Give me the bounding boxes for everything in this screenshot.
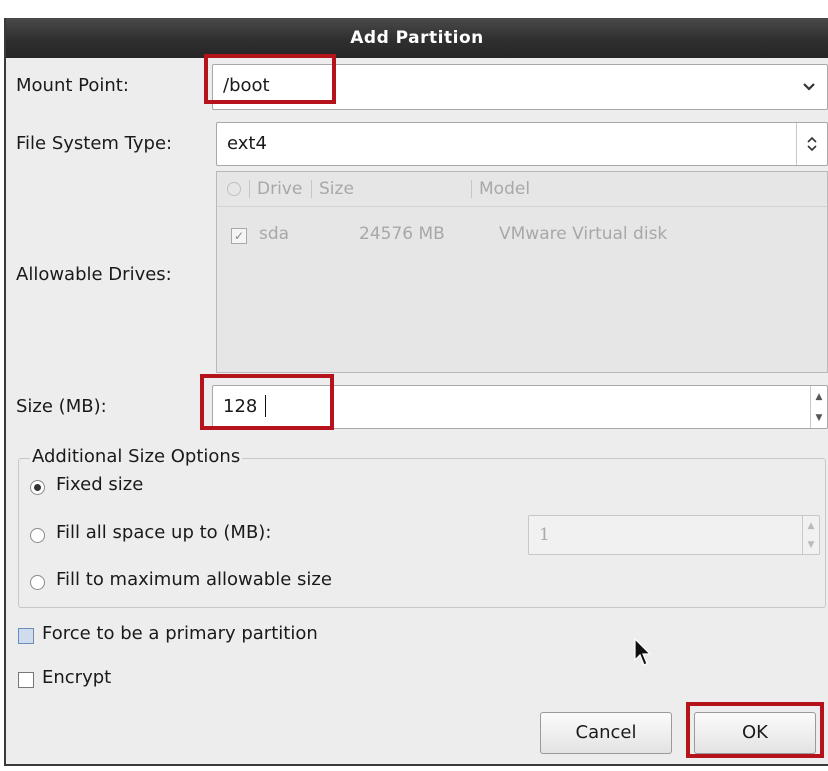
- spin-down-icon[interactable]: ▼: [816, 413, 823, 423]
- encrypt-label: Encrypt: [42, 667, 112, 688]
- size-spinner[interactable]: ▲ ▼: [810, 386, 827, 428]
- add-partition-dialog: Add Partition Mount Point: /boot File Sy…: [4, 18, 828, 766]
- fs-type-select[interactable]: ext4: [216, 122, 828, 166]
- drives-table[interactable]: Drive Size Model ✓ sda 24576 MB VMware V…: [216, 171, 828, 373]
- allowable-drives-label: Allowable Drives:: [16, 264, 172, 285]
- encrypt-checkbox[interactable]: [18, 672, 34, 688]
- column-divider: [471, 180, 472, 198]
- select-column-icon: [227, 182, 241, 196]
- fill-up-to-value: 1: [539, 525, 550, 545]
- header-divider: [217, 206, 827, 207]
- chevron-down-icon[interactable]: [791, 65, 827, 109]
- fill-max-label: Fill to maximum allowable size: [56, 569, 332, 590]
- fs-type-value: ext4: [227, 133, 267, 154]
- fill-max-radio[interactable]: [30, 575, 45, 590]
- primary-partition-checkbox[interactable]: [18, 628, 34, 644]
- size-label: Size (MB):: [16, 396, 107, 417]
- background-window-edge: [0, 0, 828, 20]
- spin-up-icon[interactable]: ▲: [808, 521, 815, 531]
- primary-partition-label: Force to be a primary partition: [42, 623, 318, 644]
- fs-type-label: File System Type:: [16, 133, 173, 154]
- screenshot-frame: Add Partition Mount Point: /boot File Sy…: [0, 0, 828, 771]
- drive-name: sda: [259, 224, 290, 244]
- dialog-title: Add Partition: [6, 18, 828, 58]
- size-options-legend: Additional Size Options: [30, 446, 243, 467]
- column-header-size[interactable]: Size: [319, 172, 354, 206]
- size-highlight: [200, 374, 334, 430]
- up-down-icon[interactable]: [796, 123, 827, 165]
- fixed-size-label: Fixed size: [56, 474, 144, 495]
- spin-down-icon[interactable]: ▼: [808, 540, 815, 550]
- ok-highlight: [686, 702, 824, 758]
- drive-size: 24576 MB: [359, 224, 445, 244]
- fixed-size-radio[interactable]: [30, 480, 45, 495]
- fill-up-to-input[interactable]: 1 ▲ ▼: [528, 515, 820, 555]
- mount-point-label: Mount Point:: [16, 75, 129, 96]
- drive-model: VMware Virtual disk: [499, 224, 668, 244]
- drive-checkbox[interactable]: ✓: [231, 228, 247, 244]
- cancel-button[interactable]: Cancel: [540, 712, 672, 754]
- column-header-model[interactable]: Model: [479, 172, 530, 206]
- mount-point-highlight: [204, 54, 336, 104]
- fill-up-to-label: Fill all space up to (MB):: [56, 522, 272, 543]
- column-divider: [311, 180, 312, 198]
- column-header-drive[interactable]: Drive: [257, 172, 302, 206]
- column-divider: [249, 180, 250, 198]
- fill-up-to-spinner[interactable]: ▲ ▼: [802, 516, 819, 554]
- spin-up-icon[interactable]: ▲: [816, 392, 823, 402]
- fill-up-to-radio[interactable]: [30, 528, 45, 543]
- mouse-pointer-icon: [634, 637, 656, 672]
